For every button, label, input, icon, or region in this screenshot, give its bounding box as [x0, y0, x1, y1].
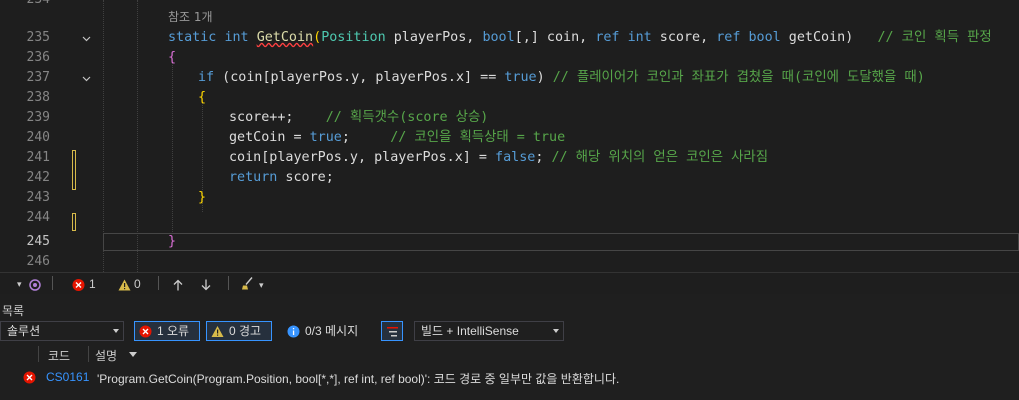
line-number: 235	[26, 30, 50, 45]
line-number: 239	[26, 110, 50, 125]
line-number: 245	[26, 234, 50, 249]
error-code-link[interactable]: CS0161	[46, 370, 89, 384]
fold-chevron-icon[interactable]	[82, 34, 91, 43]
errors-filter-label: 1 오류	[157, 324, 190, 338]
messages-filter-label: 0/3 메시지	[305, 324, 359, 338]
line-number: 237	[26, 70, 50, 85]
panel-title: 목록	[2, 304, 25, 318]
code-line: 238 {	[0, 88, 1019, 108]
build-option-dropdown[interactable]: 빌드 + IntelliSense	[414, 321, 564, 341]
error-list-toolbar: 솔루션 1 오류 0 경고 0/3 메시지 빌드 + IntelliSense	[0, 320, 1019, 344]
code-text: }	[198, 190, 207, 205]
code-text: coin[playerPos.y, playerPos.x] = false; …	[229, 150, 769, 165]
error-icon	[23, 371, 36, 384]
code-line: 246	[0, 252, 1019, 272]
chevron-down-icon	[113, 329, 119, 333]
code-text: score++; // 획득갯수(score 상승)	[229, 110, 489, 125]
filter-toggle-button[interactable]	[381, 321, 403, 341]
sort-descending-icon[interactable]	[129, 352, 137, 357]
error-icon	[139, 325, 152, 338]
table-row[interactable]: CS0161 'Program.GetCoin(Program.Position…	[0, 368, 1019, 388]
code-cleanup-dropdown-icon[interactable]: ▾	[259, 277, 264, 293]
divider	[52, 276, 53, 290]
arrow-up-icon[interactable]	[172, 277, 184, 293]
warning-icon[interactable]	[118, 277, 131, 293]
warning-icon	[211, 326, 224, 337]
code-text: {	[198, 90, 207, 105]
error-count[interactable]: 1	[89, 276, 96, 292]
messages-filter-button[interactable]: 0/3 메시지	[282, 321, 374, 341]
code-line: 236 {	[0, 48, 1019, 68]
code-line: 235 static int GetCoin(Position playerPo…	[0, 28, 1019, 48]
code-line: 234	[0, 0, 1019, 10]
info-icon	[287, 325, 300, 338]
zoom-dropdown-arrow[interactable]: ▾	[17, 276, 22, 292]
column-header-description[interactable]: 설명	[95, 347, 117, 364]
error-squiggle: GetCoin	[256, 30, 314, 45]
intellicode-icon[interactable]	[28, 277, 42, 293]
error-description: 'Program.GetCoin(Program.Position, bool[…	[97, 372, 620, 386]
code-line: 241 coin[playerPos.y, playerPos.x] = fal…	[0, 148, 1019, 168]
warnings-filter-button[interactable]: 0 경고	[206, 321, 272, 341]
code-text: return score;	[229, 170, 334, 185]
code-text: }	[168, 234, 177, 249]
line-number: 242	[26, 170, 50, 185]
code-text: static int GetCoin(Position playerPos, b…	[168, 30, 992, 45]
code-line: 243 }	[0, 188, 1019, 208]
divider	[228, 276, 229, 290]
code-text: {	[168, 50, 177, 65]
codelens-references[interactable]: 참조 1개	[168, 8, 213, 26]
divider	[38, 346, 39, 362]
scope-value: 솔루션	[7, 324, 41, 338]
code-cleanup-brush-icon[interactable]	[240, 276, 256, 292]
code-editor[interactable]: 234 참조 1개 235 static int GetCoin(Positio…	[0, 0, 1019, 272]
line-number: 241	[26, 150, 50, 165]
line-number: 236	[26, 50, 50, 65]
scope-dropdown[interactable]: 솔루션	[0, 321, 124, 341]
line-number: 240	[26, 130, 50, 145]
line-number: 244	[26, 210, 50, 225]
code-line: 244	[0, 208, 1019, 228]
divider	[158, 276, 159, 290]
build-option-value: 빌드 + IntelliSense	[421, 324, 519, 338]
code-line: 245 }	[0, 232, 1019, 252]
code-text: if (coin[playerPos.y, playerPos.x] == tr…	[198, 70, 925, 85]
errors-filter-button[interactable]: 1 오류	[134, 321, 200, 341]
line-number: 234	[0, 0, 50, 10]
error-icon[interactable]	[72, 277, 85, 293]
code-line: 242 return score;	[0, 168, 1019, 188]
line-number: 243	[26, 190, 50, 205]
arrow-down-icon[interactable]	[200, 277, 212, 293]
divider	[88, 346, 89, 362]
editor-status-bar: ▾ 1 0 ▾	[0, 272, 1019, 295]
warning-count[interactable]: 0	[134, 276, 141, 292]
filter-list-icon	[387, 327, 398, 337]
chevron-down-icon	[553, 329, 559, 333]
code-line: 237 if (coin[playerPos.y, playerPos.x] =…	[0, 68, 1019, 88]
error-list-header: 코드 설명	[0, 346, 1019, 364]
line-number: 238	[26, 90, 50, 105]
fold-chevron-icon[interactable]	[82, 74, 91, 83]
warnings-filter-label: 0 경고	[229, 324, 262, 338]
code-text: getCoin = true; // 코인을 획득상태 = true	[229, 130, 566, 145]
line-number: 246	[26, 254, 50, 269]
code-line: 240 getCoin = true; // 코인을 획득상태 = true	[0, 128, 1019, 148]
column-header-code[interactable]: 코드	[48, 347, 70, 364]
code-line: 239 score++; // 획득갯수(score 상승)	[0, 108, 1019, 128]
